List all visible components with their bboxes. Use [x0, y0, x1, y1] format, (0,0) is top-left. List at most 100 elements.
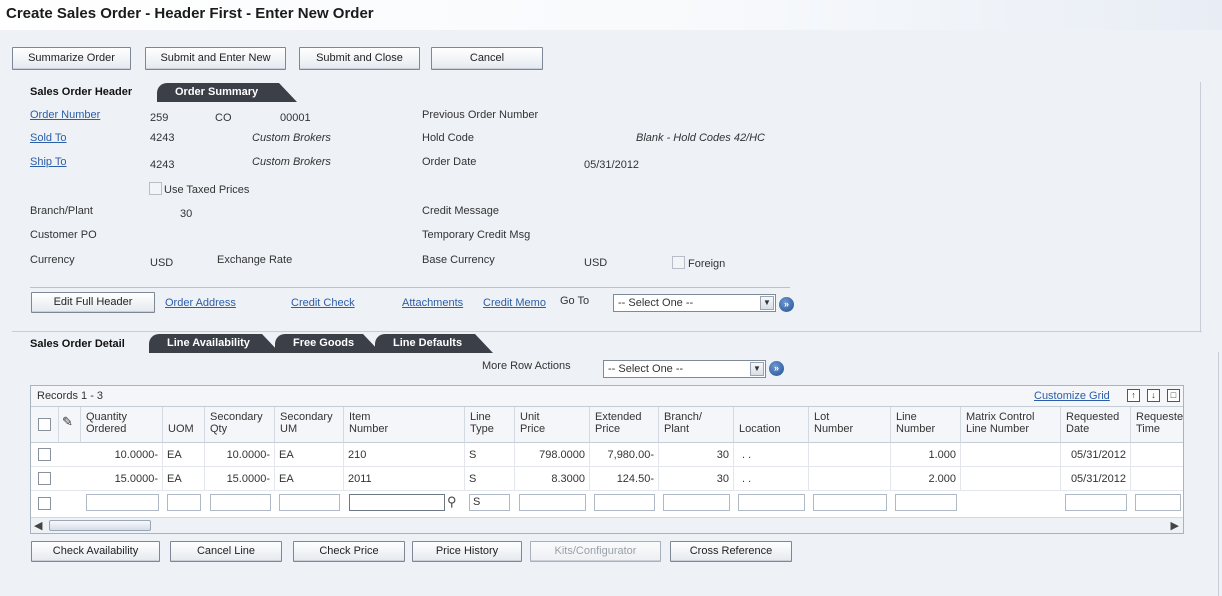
- col-line-type[interactable]: Line Type: [465, 407, 515, 443]
- col-secondary-qty[interactable]: Secondary Qty: [205, 407, 275, 443]
- col-reqdate-l1: Requested: [1066, 411, 1120, 423]
- cell-eprice: 124.50-: [590, 467, 659, 491]
- credit-check-link[interactable]: Credit Check: [291, 297, 355, 309]
- row-checkbox[interactable]: [38, 472, 51, 485]
- col-uom[interactable]: UOM: [163, 407, 205, 443]
- new-entry-row[interactable]: ⚲ S: [31, 491, 1183, 516]
- chevron-down-icon: ▼: [750, 362, 764, 376]
- col-matrix-l2: Line Number: [966, 423, 1029, 435]
- go-arrow-icon[interactable]: »: [779, 297, 794, 312]
- row-actions-select[interactable]: -- Select One -- ▼: [603, 360, 766, 378]
- col-quantity-ordered[interactable]: Quantity Ordered: [81, 407, 163, 443]
- row-checkbox[interactable]: [38, 497, 51, 510]
- col-location[interactable]: Location: [734, 407, 809, 443]
- requested-date-input[interactable]: [1065, 494, 1127, 511]
- maximize-icon[interactable]: □: [1167, 389, 1180, 402]
- use-taxed-prices-checkbox[interactable]: [149, 182, 162, 195]
- col-secondary-um[interactable]: Secondary UM: [275, 407, 344, 443]
- go-to-label: Go To: [560, 295, 590, 307]
- credit-memo-link[interactable]: Credit Memo: [483, 297, 546, 309]
- customize-grid-link[interactable]: Customize Grid: [1034, 390, 1110, 402]
- branch-input[interactable]: [663, 494, 730, 511]
- tab-order-summary[interactable]: Order Summary: [157, 83, 297, 102]
- table-row[interactable]: 15.0000- EA 15.0000- EA 2011 S 8.3000 12…: [31, 467, 1183, 491]
- sold-to-link[interactable]: Sold To: [30, 132, 67, 144]
- sales-order-header-title: Sales Order Header: [30, 86, 133, 98]
- attachments-link[interactable]: Attachments: [402, 297, 463, 309]
- cancel-line-button[interactable]: Cancel Line: [170, 541, 282, 562]
- exchange-rate-label: Exchange Rate: [217, 254, 293, 266]
- scrollbar-thumb[interactable]: [49, 520, 151, 531]
- summarize-order-button[interactable]: Summarize Order: [12, 47, 131, 70]
- secqty-input[interactable]: [210, 494, 271, 511]
- row-checkbox[interactable]: [38, 448, 51, 461]
- scroll-right-icon[interactable]: ▶: [1171, 519, 1179, 532]
- order-type-value: CO: [215, 112, 232, 124]
- lot-input[interactable]: [813, 494, 887, 511]
- go-to-select[interactable]: -- Select One -- ▼: [613, 294, 776, 312]
- qty-input[interactable]: [86, 494, 159, 511]
- cell-matrix: [961, 443, 1061, 467]
- tab-free-goods[interactable]: Free Goods: [275, 334, 381, 353]
- search-icon[interactable]: ⚲: [447, 494, 457, 510]
- cell-matrix: [961, 467, 1061, 491]
- price-history-button[interactable]: Price History: [412, 541, 522, 562]
- check-price-button[interactable]: Check Price: [293, 541, 405, 562]
- col-item-l2: Number: [349, 423, 389, 435]
- import-icon[interactable]: ↓: [1147, 389, 1160, 402]
- col-line-number[interactable]: Line Number: [891, 407, 961, 443]
- submit-and-close-button[interactable]: Submit and Close: [299, 47, 420, 70]
- col-requested-time[interactable]: RequestedTime: [1131, 407, 1183, 443]
- cell-secqty: 10.0000-: [205, 443, 275, 467]
- unit-price-input[interactable]: [519, 494, 586, 511]
- cell-secum: EA: [275, 467, 344, 491]
- col-lot-number[interactable]: Lot Number: [809, 407, 891, 443]
- select-all-checkbox[interactable]: [38, 418, 51, 431]
- col-matrix-control[interactable]: Matrix Control Line Number: [961, 407, 1061, 443]
- cell-branch: 30: [659, 443, 734, 467]
- col-uprice-l2: Price: [520, 423, 546, 435]
- pencil-icon: ✎: [62, 414, 73, 429]
- ship-to-link[interactable]: Ship To: [30, 156, 67, 168]
- credit-message-label: Credit Message: [422, 205, 500, 217]
- col-branch-plant[interactable]: Branch/Plant: [659, 407, 734, 443]
- export-icon[interactable]: ↑: [1127, 389, 1140, 402]
- location-input[interactable]: [738, 494, 805, 511]
- col-uom-label: UOM: [168, 423, 194, 435]
- cross-reference-button[interactable]: Cross Reference: [670, 541, 792, 562]
- cell-uom: EA: [163, 467, 205, 491]
- col-extended-price[interactable]: Extended Price: [590, 407, 659, 443]
- tab-line-availability[interactable]: Line Availability: [149, 334, 280, 353]
- extended-price-input[interactable]: [594, 494, 655, 511]
- horizontal-scrollbar[interactable]: ◀ ▶: [31, 517, 1183, 533]
- order-address-link[interactable]: Order Address: [165, 297, 236, 309]
- tab-line-defaults[interactable]: Line Defaults: [375, 334, 493, 353]
- hold-code-value: Blank - Hold Codes 42/HC: [636, 132, 766, 144]
- submit-and-enter-new-button[interactable]: Submit and Enter New: [145, 47, 286, 70]
- cell-reqdate: 05/31/2012: [1061, 443, 1131, 467]
- col-ltype-l2: Type: [470, 423, 494, 435]
- item-number-input[interactable]: [349, 494, 445, 511]
- go-arrow-icon[interactable]: »: [769, 361, 784, 376]
- cancel-button[interactable]: Cancel: [431, 47, 543, 70]
- col-item-number[interactable]: Item Number: [344, 407, 465, 443]
- check-availability-button[interactable]: Check Availability: [31, 541, 160, 562]
- sold-to-value: 4243: [150, 132, 175, 144]
- line-number-input[interactable]: [895, 494, 957, 511]
- kits-configurator-button[interactable]: Kits/Configurator: [530, 541, 661, 562]
- requested-time-input[interactable]: [1135, 494, 1181, 511]
- foreign-checkbox[interactable]: [672, 256, 685, 269]
- scroll-left-icon[interactable]: ◀: [34, 519, 42, 532]
- uom-input[interactable]: [167, 494, 201, 511]
- col-requested-date[interactable]: Requested Date: [1061, 407, 1131, 443]
- cell-uom: EA: [163, 443, 205, 467]
- table-row[interactable]: 10.0000- EA 10.0000- EA 210 S 798.0000 7…: [31, 443, 1183, 467]
- line-type-input[interactable]: S: [469, 494, 510, 511]
- col-unit-price[interactable]: Unit Price: [515, 407, 590, 443]
- title-bar: Create Sales Order - Header First - Ente…: [0, 0, 1222, 30]
- secum-input[interactable]: [279, 494, 340, 511]
- cell-eprice: 7,980.00-: [590, 443, 659, 467]
- cell-secum: EA: [275, 443, 344, 467]
- edit-full-header-button[interactable]: Edit Full Header: [31, 292, 155, 313]
- order-number-link[interactable]: Order Number: [30, 109, 100, 121]
